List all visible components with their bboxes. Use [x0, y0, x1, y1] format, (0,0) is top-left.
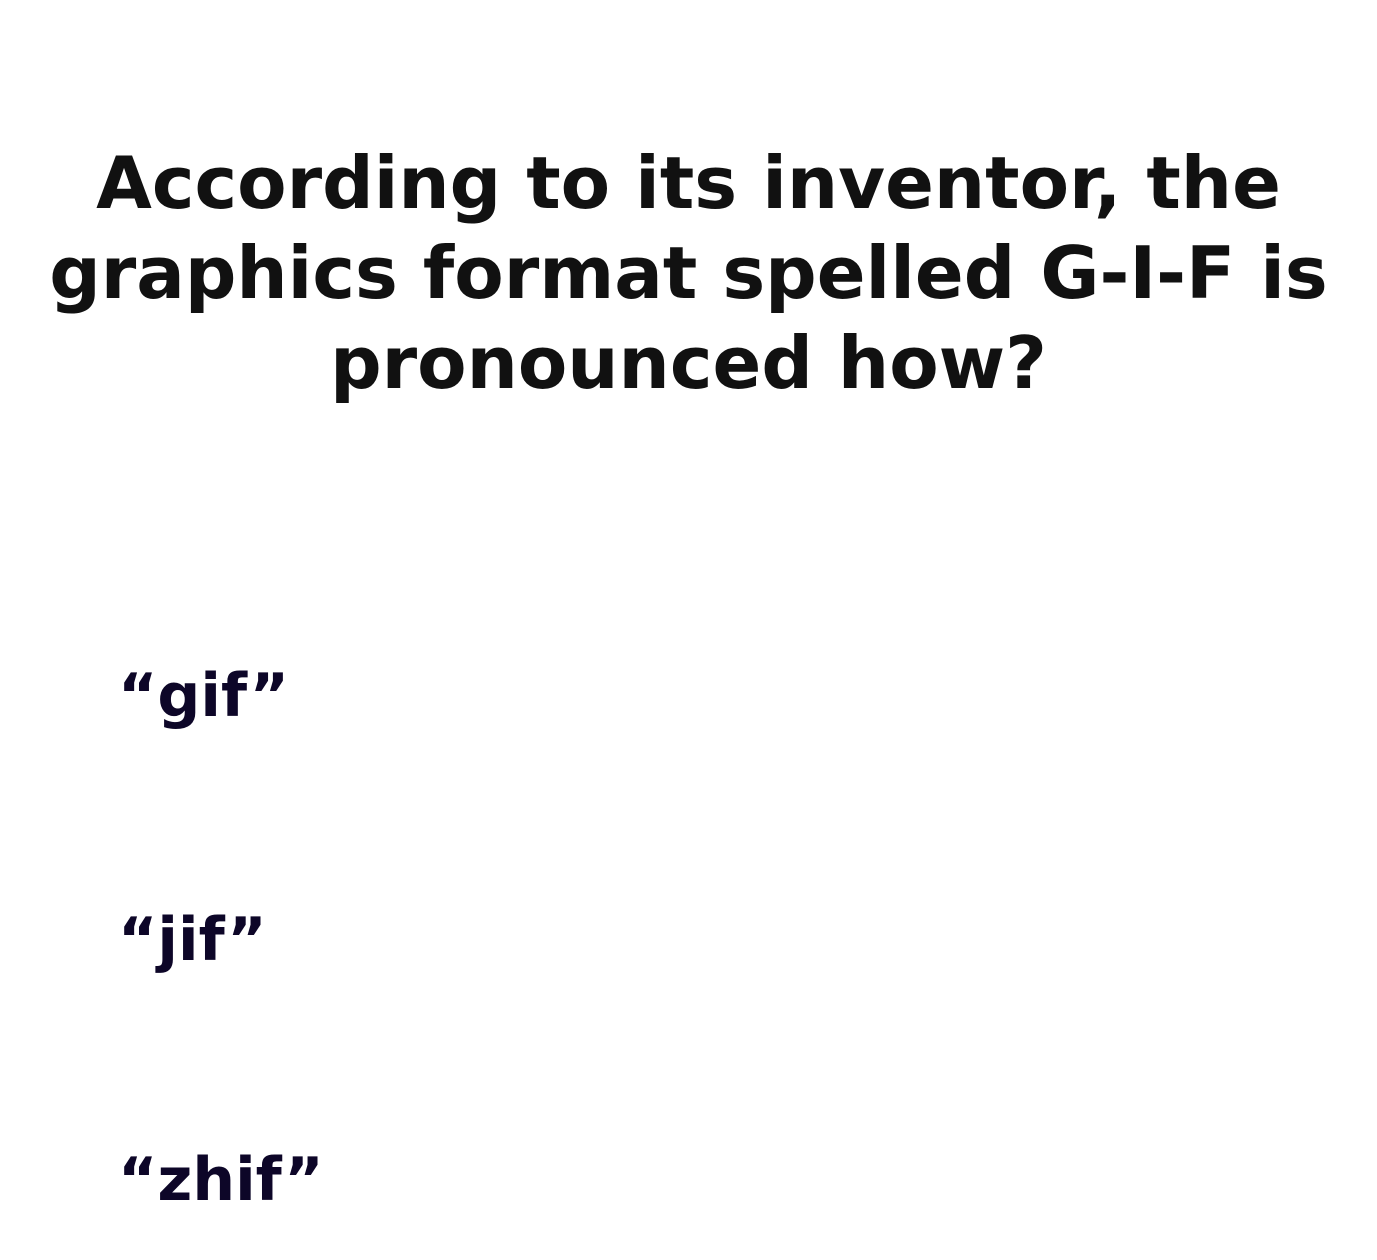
answer-options-list: “gif” “jif” “zhif” — [0, 0, 1377, 1260]
answer-option-label: “jif” — [118, 905, 267, 975]
answer-option-jif[interactable]: “jif” — [118, 900, 918, 980]
answer-option-zhif[interactable]: “zhif” — [118, 1140, 918, 1220]
answer-option-label: “gif” — [118, 661, 290, 731]
answer-option-gif[interactable]: “gif” — [118, 656, 918, 736]
answer-option-label: “zhif” — [118, 1145, 324, 1215]
